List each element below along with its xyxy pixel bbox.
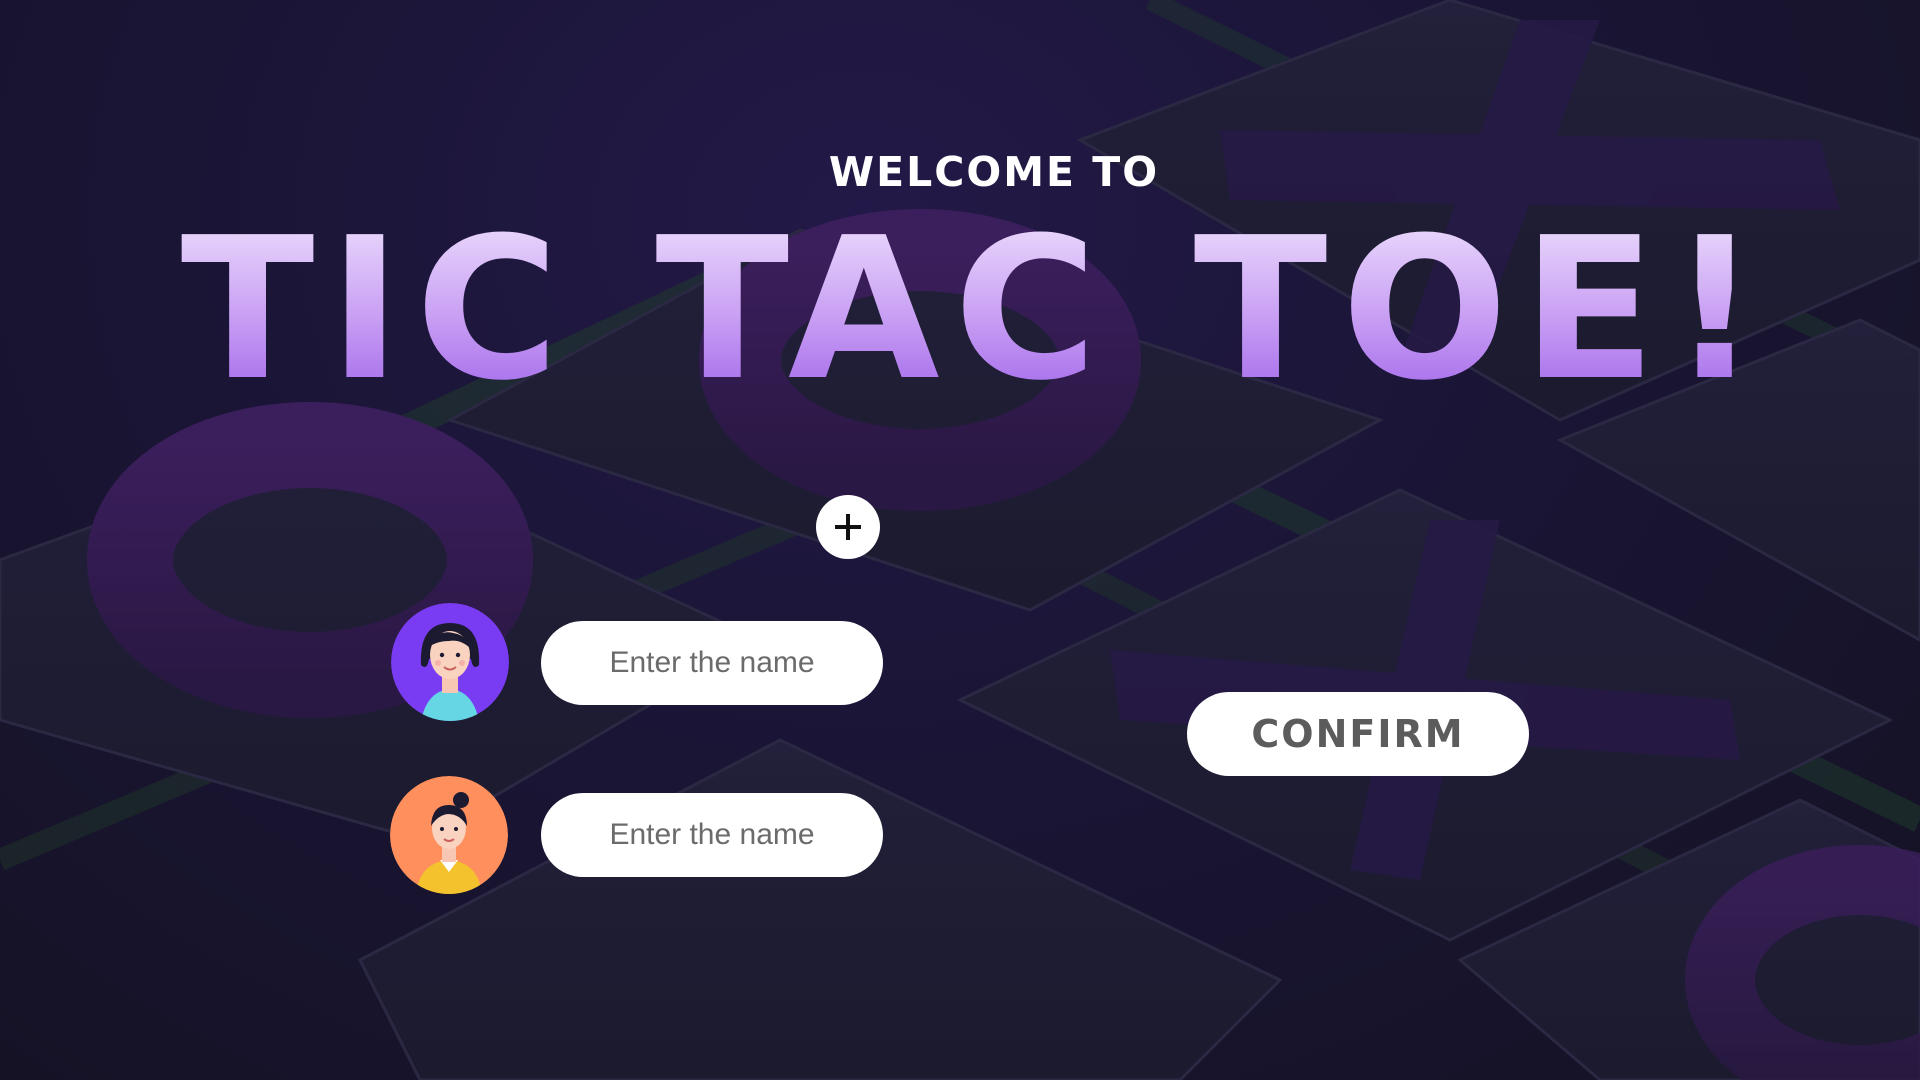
player-two-avatar-icon <box>390 776 508 894</box>
player-two-name-input[interactable] <box>541 793 883 877</box>
confirm-button[interactable]: CONFIRM <box>1187 692 1529 776</box>
welcome-heading: WELCOME TO <box>828 148 1160 196</box>
player-one-name-input[interactable] <box>541 621 883 705</box>
game-title: TIC TAC TOE! <box>0 212 1920 408</box>
player-one-avatar-icon <box>391 603 509 721</box>
add-player-button[interactable] <box>816 495 880 559</box>
game-start-screen: WELCOME TO TIC TAC TOE! Enter the name E… <box>0 0 1920 1080</box>
plus-icon <box>835 514 861 540</box>
